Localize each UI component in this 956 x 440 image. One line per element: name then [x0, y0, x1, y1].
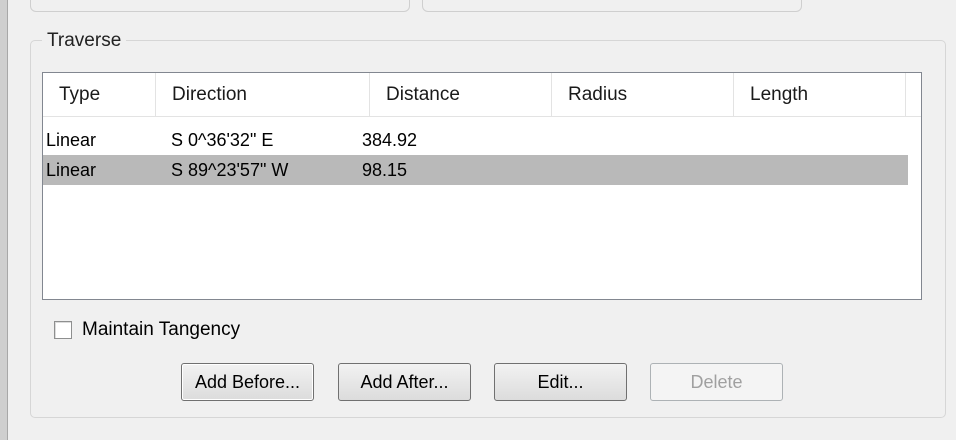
cell-distance: 384.92 [362, 130, 418, 150]
upper-groupbox-fragment [422, 0, 802, 12]
cell-direction: S 0^36'32" E [171, 130, 274, 150]
upper-groupbox-fragment [30, 0, 410, 12]
column-header-direction[interactable]: Direction [156, 73, 370, 116]
cell-type: Linear [46, 130, 97, 150]
cell-distance: 98.15 [362, 160, 408, 180]
column-header-length[interactable]: Length [734, 73, 906, 116]
column-header-radius[interactable]: Radius [552, 73, 734, 116]
add-after-button[interactable]: Add After... [338, 363, 471, 401]
table-row[interactable]: Linear S 0^36'32" E 384.92 [43, 125, 908, 155]
delete-button[interactable]: Delete [650, 363, 783, 401]
maintain-tangency-option[interactable]: Maintain Tangency [54, 318, 240, 342]
table-row-selected[interactable]: Linear S 89^23'57" W 98.15 [43, 155, 908, 185]
maintain-tangency-checkbox[interactable] [54, 321, 72, 339]
traverse-group-title: Traverse [42, 30, 127, 52]
column-header-type[interactable]: Type [43, 73, 156, 116]
column-header-distance[interactable]: Distance [370, 73, 552, 116]
window-left-edge [0, 0, 8, 440]
list-header: Type Direction Distance Radius Length [43, 73, 921, 117]
maintain-tangency-label[interactable]: Maintain Tangency [82, 319, 240, 341]
edit-button[interactable]: Edit... [494, 363, 627, 401]
traverse-list[interactable]: Type Direction Distance Radius Length Li… [42, 72, 922, 300]
cell-type: Linear [46, 160, 97, 180]
cell-direction: S 89^23'57" W [171, 160, 289, 180]
add-before-button[interactable]: Add Before... [181, 363, 314, 401]
